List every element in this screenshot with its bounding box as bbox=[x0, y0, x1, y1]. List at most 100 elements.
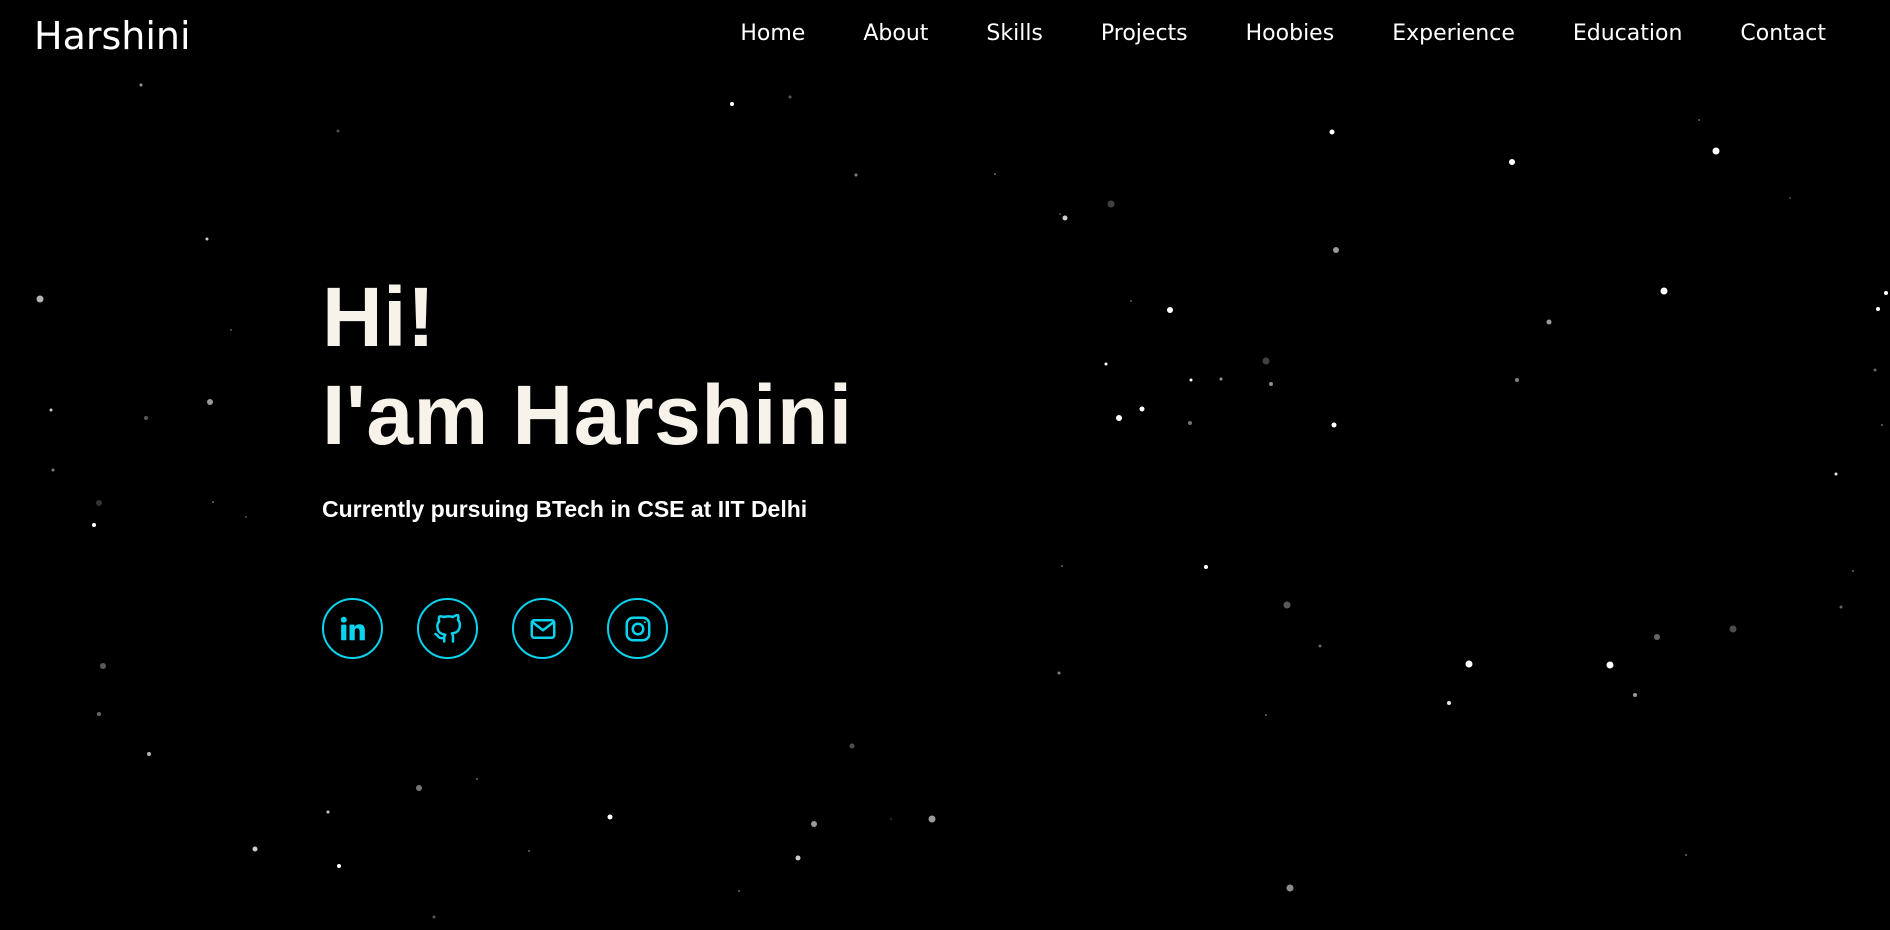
star-dot bbox=[36, 295, 44, 303]
nav-link-home[interactable]: Home bbox=[740, 18, 805, 50]
star-dot bbox=[144, 416, 148, 420]
star-dot bbox=[1059, 213, 1061, 215]
star-dot bbox=[337, 864, 341, 868]
linkedin-button[interactable] bbox=[322, 598, 383, 659]
star-dot bbox=[1219, 377, 1223, 381]
star-dot bbox=[1116, 415, 1122, 421]
nav-link-education[interactable]: Education bbox=[1573, 18, 1683, 50]
star-dot bbox=[1139, 406, 1145, 412]
star-dot bbox=[1269, 382, 1273, 386]
star-dot bbox=[795, 855, 801, 861]
star-dot bbox=[788, 95, 792, 99]
star-dot bbox=[928, 815, 936, 823]
star-dot bbox=[1061, 565, 1063, 567]
star-dot bbox=[207, 399, 213, 405]
star-dot bbox=[1789, 197, 1791, 199]
star-dot bbox=[1057, 671, 1061, 675]
nav-link-skills[interactable]: Skills bbox=[986, 18, 1043, 50]
star-dot bbox=[51, 468, 55, 472]
star-dot bbox=[97, 712, 101, 716]
star-dot bbox=[1876, 307, 1880, 311]
star-dot bbox=[1881, 424, 1883, 426]
hero-subtitle: Currently pursuing BTech in CSE at IIT D… bbox=[322, 496, 808, 522]
hero-greeting: Hi! bbox=[322, 270, 436, 364]
star-dot bbox=[1188, 421, 1192, 425]
star-dot bbox=[1654, 634, 1660, 640]
linkedin-icon bbox=[338, 614, 368, 644]
star-dot bbox=[811, 821, 817, 827]
star-dot bbox=[1189, 378, 1193, 382]
star-dot bbox=[890, 818, 892, 820]
star-dot bbox=[416, 785, 422, 791]
star-dot bbox=[1839, 605, 1843, 609]
star-dot bbox=[1130, 300, 1132, 302]
star-dot bbox=[205, 237, 209, 241]
star-dot bbox=[994, 173, 996, 175]
star-dot bbox=[212, 501, 214, 503]
hero-name: I'am Harshini bbox=[322, 368, 853, 462]
star-dot bbox=[849, 743, 855, 749]
github-button[interactable] bbox=[417, 598, 478, 659]
star-dot bbox=[245, 516, 247, 518]
star-dot bbox=[730, 102, 734, 106]
instagram-button[interactable] bbox=[607, 598, 668, 659]
star-dot bbox=[1104, 362, 1108, 366]
site-logo-text[interactable]: Harshini bbox=[34, 12, 191, 60]
nav-link-contact[interactable]: Contact bbox=[1740, 18, 1826, 50]
star-dot bbox=[1062, 215, 1068, 221]
navbar: Harshini Home About Skills Projects Hoob… bbox=[0, 0, 1890, 72]
star-dot bbox=[607, 814, 613, 820]
nav-link-about[interactable]: About bbox=[863, 18, 928, 50]
star-dot bbox=[1333, 247, 1339, 253]
star-dot bbox=[1698, 119, 1700, 121]
star-dot bbox=[1204, 565, 1208, 569]
nav-link-experience[interactable]: Experience bbox=[1392, 18, 1515, 50]
star-dot bbox=[1884, 291, 1888, 295]
star-dot bbox=[1107, 200, 1115, 208]
star-dot bbox=[854, 173, 858, 177]
star-dot bbox=[92, 523, 96, 527]
star-dot bbox=[1712, 147, 1720, 155]
starfield-background bbox=[36, 83, 1888, 919]
social-links bbox=[322, 598, 853, 659]
star-dot bbox=[528, 850, 530, 852]
star-dot bbox=[1660, 287, 1668, 295]
nav-menu: Home About Skills Projects Hoobies Exper… bbox=[740, 18, 1826, 50]
star-dot bbox=[1729, 625, 1737, 633]
star-dot bbox=[1606, 661, 1614, 669]
star-dot bbox=[230, 329, 232, 331]
nav-link-hobbies[interactable]: Hoobies bbox=[1246, 18, 1335, 50]
star-dot bbox=[1262, 357, 1270, 365]
star-dot bbox=[1852, 570, 1854, 572]
star-dot bbox=[1633, 693, 1637, 697]
star-dot bbox=[147, 752, 151, 756]
star-dot bbox=[1329, 129, 1335, 135]
star-dot bbox=[1447, 701, 1451, 705]
star-dot bbox=[1873, 368, 1877, 372]
instagram-icon bbox=[623, 614, 653, 644]
star-dot bbox=[326, 810, 330, 814]
star-dot bbox=[738, 890, 740, 892]
github-icon bbox=[433, 613, 463, 644]
star-dot bbox=[1331, 422, 1337, 428]
star-dot bbox=[96, 500, 102, 506]
star-dot bbox=[476, 778, 478, 780]
star-dot bbox=[1283, 601, 1291, 609]
star-dot bbox=[1265, 714, 1267, 716]
email-button[interactable] bbox=[512, 598, 573, 659]
star-dot bbox=[1685, 854, 1687, 856]
star-dot bbox=[432, 915, 436, 919]
star-dot bbox=[336, 129, 340, 133]
star-dot bbox=[1546, 319, 1552, 325]
star-dot bbox=[100, 663, 106, 669]
star-dot bbox=[1318, 644, 1322, 648]
star-dot bbox=[1465, 660, 1473, 668]
star-dot bbox=[1167, 307, 1173, 313]
hero-section: Hi! I'am Harshini Currently pursuing BTe… bbox=[322, 268, 853, 659]
star-dot bbox=[252, 846, 258, 852]
mail-icon bbox=[528, 614, 558, 644]
nav-link-projects[interactable]: Projects bbox=[1101, 18, 1188, 50]
star-dot bbox=[139, 83, 143, 87]
star-dot bbox=[49, 408, 53, 412]
star-dot bbox=[1834, 472, 1838, 476]
